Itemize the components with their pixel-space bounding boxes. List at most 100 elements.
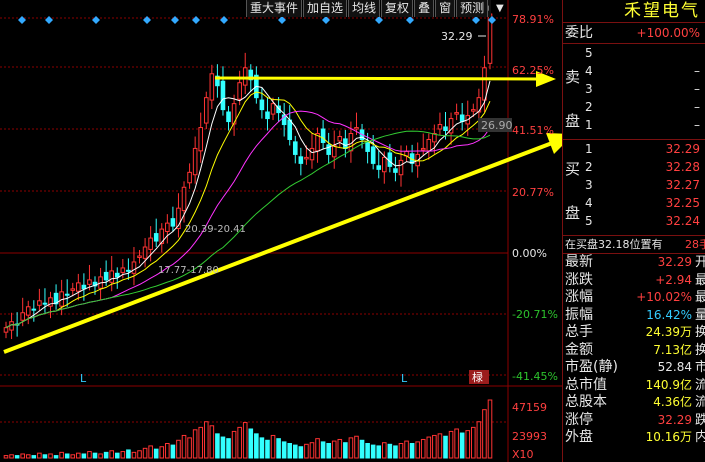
volume-bar (309, 442, 315, 459)
candle-body (420, 147, 426, 151)
candle-body (120, 267, 126, 273)
stat-row: 总市值 140.9亿流 (563, 377, 705, 395)
stat-row: 金额 7.13亿换 (563, 342, 705, 360)
toolbar-item-6[interactable]: 预测 (456, 0, 489, 17)
buy-level: 2 (585, 160, 593, 174)
stat-label: 市盈(静) (565, 359, 618, 375)
stat-extra-label: 量 (694, 307, 705, 323)
stat-value: 16.42% (646, 307, 692, 322)
chart-toolbar: 重大事件 加自选 均线 复权叠窗预测 (246, 0, 489, 18)
toolbar-item-0[interactable]: 重大事件 (246, 0, 303, 17)
volume-bars (3, 399, 493, 459)
candle-body (242, 67, 248, 86)
volume-bar (398, 443, 404, 459)
buy-price[interactable]: 32.25 (666, 196, 700, 210)
volume-bar (281, 441, 287, 459)
quote-panel: 禾望电气 委比 +100.00% 卖盘 5 4–3–2–1– 买盘 1 32.29 2 32… (562, 0, 705, 462)
toolbar-item-3[interactable]: 复权 (381, 0, 414, 17)
volume-bar (120, 451, 126, 459)
stat-extra-label: 最 (694, 272, 705, 288)
volume-bar (48, 453, 53, 459)
volume-bar (359, 439, 365, 459)
price-axis-label: -41.45% (512, 370, 558, 383)
volume-bar (64, 453, 70, 459)
sell-level: 5 (585, 46, 593, 60)
volume-bar (420, 438, 426, 459)
sell-volume: – (694, 100, 700, 114)
volume-bar (465, 430, 471, 459)
volume-bar (14, 455, 20, 459)
volume-bar (365, 443, 370, 459)
toolbar-item-5[interactable]: 窗 (435, 0, 456, 17)
stat-row: 涨幅 +10.02% 最 (563, 289, 705, 307)
stat-row: 总股本 4.36亿流 (563, 394, 705, 412)
event-diamond-icon (92, 16, 100, 24)
volume-bar (415, 441, 420, 459)
volume-bar (354, 435, 359, 459)
chart-grid (0, 0, 562, 462)
price-axis-label: -20.71% (512, 308, 558, 321)
stat-row: 涨跌 +2.94 最 (563, 272, 705, 290)
resistance-arrow-line (214, 76, 539, 81)
candle-body (287, 119, 293, 140)
kline-chart[interactable]: 32.29 26.90 20.39-20.41 17.77-17.80 L L … (0, 0, 562, 462)
stat-label: 涨跌 (565, 271, 593, 288)
volume-bar (42, 454, 48, 459)
buy-price[interactable]: 32.24 (666, 214, 700, 228)
candle-body (70, 288, 76, 291)
volume-bar (176, 439, 181, 459)
candle-body (114, 272, 120, 278)
toolbar-item-2[interactable]: 均线 (348, 0, 381, 17)
volume-bar (181, 434, 187, 459)
stat-extra-label: 最 (694, 290, 705, 305)
notice-row: 在买盘32.18位置有 28手 (563, 236, 705, 254)
volume-bar (443, 435, 448, 459)
volume-bar (482, 409, 487, 459)
volume-bar (215, 433, 220, 459)
sell-volume: – (694, 118, 700, 132)
candle-body (437, 124, 443, 130)
dropdown-icon[interactable]: ▼ (496, 0, 504, 17)
notice-volume: 28手 (685, 238, 705, 251)
event-diamond-icon (45, 16, 53, 24)
buy-price[interactable]: 32.29 (666, 142, 700, 156)
toolbar-item-1[interactable]: 加自选 (303, 0, 348, 17)
stat-row: 最新 32.29 开 (563, 254, 705, 272)
volume-bar (37, 452, 42, 459)
toolbar-item-4[interactable]: 叠 (414, 0, 435, 17)
candle-body (131, 261, 137, 274)
candle-body (370, 146, 376, 164)
volume-bar (454, 428, 459, 459)
volume-bar (404, 440, 409, 459)
candle-body (153, 233, 159, 242)
volume-bar (187, 437, 192, 459)
volume-bar (142, 447, 148, 459)
volume-bar (153, 448, 159, 459)
stat-row: 涨停 32.29 跌 (563, 412, 705, 430)
volume-bar (220, 436, 226, 459)
stat-value: 4.36亿 (653, 395, 692, 409)
buy-price[interactable]: 32.28 (666, 160, 700, 174)
event-diamond-icon (143, 16, 151, 24)
stat-extra-label: 跌 (694, 412, 705, 428)
buy-level: 3 (585, 178, 593, 192)
buy-price[interactable]: 32.27 (666, 178, 700, 192)
candle-body (393, 168, 398, 173)
stat-label: 总股本 (565, 394, 607, 410)
event-diamond-icon (220, 16, 228, 24)
stat-value: 140.9亿 (645, 377, 692, 392)
candle-body (37, 300, 42, 306)
candle-body (270, 103, 276, 115)
stat-row: 总手 24.39万换 (563, 324, 705, 342)
stat-value: 32.29 (657, 412, 692, 427)
price-axis-label: 62.25% (512, 64, 554, 77)
candle-body (471, 109, 476, 112)
candle-body (198, 127, 204, 152)
volume-bar (320, 441, 326, 459)
stat-extra-label: 内 (694, 430, 705, 445)
candle-body (482, 67, 487, 101)
volume-bar (237, 426, 242, 459)
candle-body (259, 99, 265, 111)
volume-bar (20, 453, 25, 459)
price-axis-label: 41.51% (512, 124, 554, 137)
